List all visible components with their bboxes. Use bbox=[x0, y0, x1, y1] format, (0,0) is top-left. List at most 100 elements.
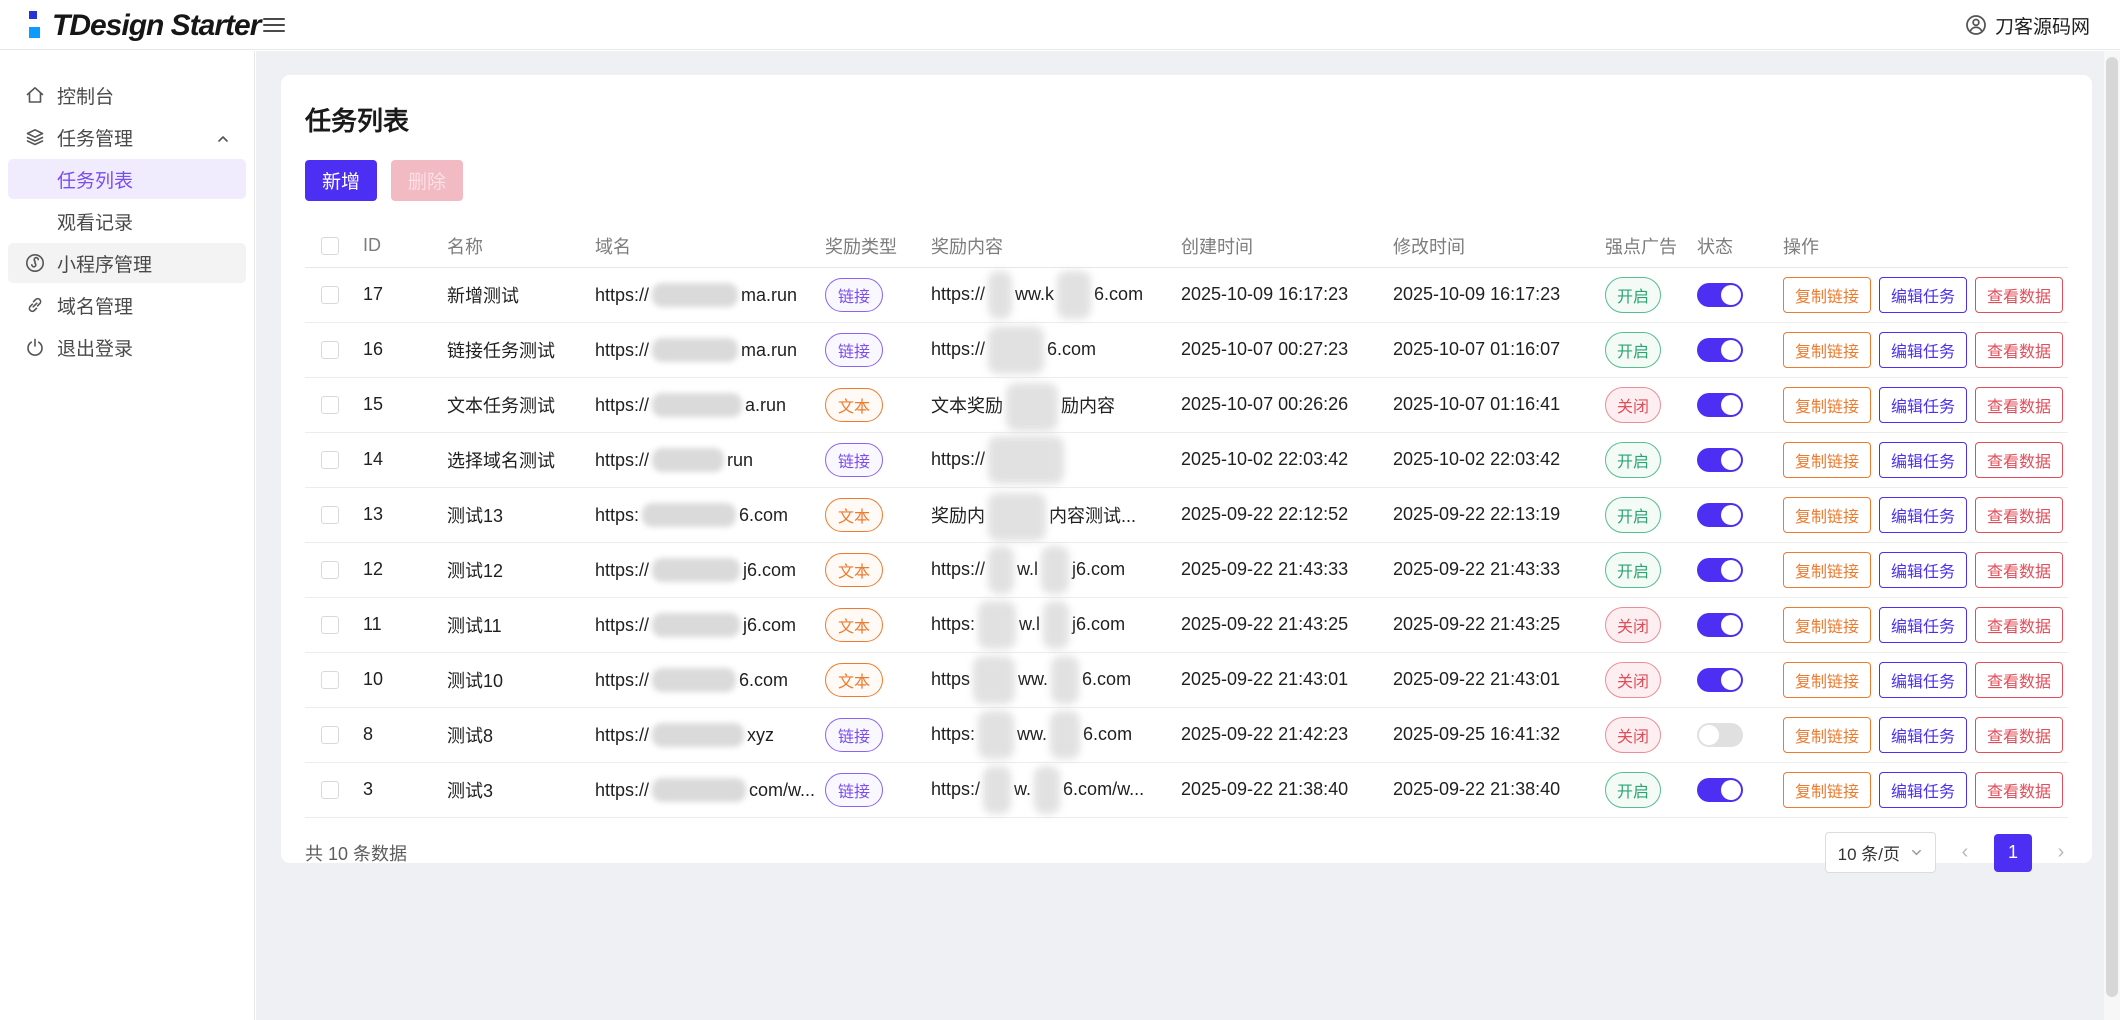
sidebar-item-dashboard[interactable]: 控制台 bbox=[8, 75, 246, 115]
status-toggle[interactable] bbox=[1697, 668, 1743, 692]
view-data-button[interactable]: 查看数据 bbox=[1975, 662, 2063, 698]
row-checkbox[interactable] bbox=[321, 451, 339, 469]
edit-task-button[interactable]: 编辑任务 bbox=[1879, 607, 1967, 643]
copy-link-button[interactable]: 复制链接 bbox=[1783, 772, 1871, 808]
row-checkbox[interactable] bbox=[321, 506, 339, 524]
table-row: 8测试8https://xyz链接https:ww.6.com2025-09-2… bbox=[305, 707, 2068, 762]
page-1-button[interactable]: 1 bbox=[1994, 834, 2032, 872]
redacted-blur bbox=[1041, 546, 1069, 594]
delete-button[interactable]: 删除 bbox=[391, 160, 463, 201]
scrollbar-thumb[interactable] bbox=[2106, 57, 2118, 997]
edit-task-button[interactable]: 编辑任务 bbox=[1879, 387, 1967, 423]
cell-domain: https://a.run bbox=[591, 377, 821, 432]
cell-status bbox=[1693, 652, 1779, 707]
copy-link-button[interactable]: 复制链接 bbox=[1783, 387, 1871, 423]
toggle-knob bbox=[1721, 450, 1741, 470]
add-button[interactable]: 新增 bbox=[305, 160, 377, 201]
status-toggle[interactable] bbox=[1697, 503, 1743, 527]
view-data-button[interactable]: 查看数据 bbox=[1975, 772, 2063, 808]
view-data-button[interactable]: 查看数据 bbox=[1975, 607, 2063, 643]
edit-task-button[interactable]: 编辑任务 bbox=[1879, 717, 1967, 753]
status-toggle[interactable] bbox=[1697, 393, 1743, 417]
status-toggle[interactable] bbox=[1697, 723, 1743, 747]
status-toggle[interactable] bbox=[1697, 338, 1743, 362]
cell-status bbox=[1693, 322, 1779, 377]
row-checkbox[interactable] bbox=[321, 286, 339, 304]
edit-task-button[interactable]: 编辑任务 bbox=[1879, 772, 1967, 808]
copy-link-button[interactable]: 复制链接 bbox=[1783, 662, 1871, 698]
prev-page-icon[interactable]: ‹ bbox=[1958, 841, 1972, 864]
cell-text: https:// bbox=[931, 339, 985, 359]
cell-id: 17 bbox=[359, 267, 443, 322]
status-toggle[interactable] bbox=[1697, 778, 1743, 802]
cell-status bbox=[1693, 432, 1779, 487]
cell-reward-type: 文本 bbox=[821, 487, 927, 542]
view-data-button[interactable]: 查看数据 bbox=[1975, 442, 2063, 478]
status-toggle[interactable] bbox=[1697, 613, 1743, 637]
cell-text: 内容测试... bbox=[1049, 506, 1136, 526]
view-data-button[interactable]: 查看数据 bbox=[1975, 717, 2063, 753]
table-row: 12测试12https://j6.com文本https://w.lj6.com2… bbox=[305, 542, 2068, 597]
view-data-button[interactable]: 查看数据 bbox=[1975, 332, 2063, 368]
edit-task-button[interactable]: 编辑任务 bbox=[1879, 552, 1967, 588]
cell-reward-type: 文本 bbox=[821, 652, 927, 707]
cell-reward-content: https:w.lj6.com bbox=[927, 597, 1177, 652]
view-data-button[interactable]: 查看数据 bbox=[1975, 277, 2063, 313]
sidebar-item-logout[interactable]: 退出登录 bbox=[8, 327, 246, 367]
copy-link-button[interactable]: 复制链接 bbox=[1783, 607, 1871, 643]
row-checkbox[interactable] bbox=[321, 561, 339, 579]
cell-reward-content: https://ww.k6.com bbox=[927, 267, 1177, 322]
toggle-knob bbox=[1721, 505, 1741, 525]
view-data-button[interactable]: 查看数据 bbox=[1975, 387, 2063, 423]
column-header-name: 名称 bbox=[443, 225, 591, 267]
user-menu[interactable]: 刀客源码网 bbox=[1965, 0, 2090, 50]
logo-text: TDesign Starter bbox=[52, 9, 260, 43]
copy-link-button[interactable]: 复制链接 bbox=[1783, 277, 1871, 313]
status-toggle[interactable] bbox=[1697, 283, 1743, 307]
edit-task-button[interactable]: 编辑任务 bbox=[1879, 332, 1967, 368]
cell-text: https:// bbox=[595, 395, 649, 415]
row-checkbox[interactable] bbox=[321, 781, 339, 799]
view-data-button[interactable]: 查看数据 bbox=[1975, 497, 2063, 533]
row-checkbox[interactable] bbox=[321, 726, 339, 744]
cell-checkbox bbox=[305, 762, 359, 817]
row-checkbox[interactable] bbox=[321, 671, 339, 689]
sidebar-item-task-list[interactable]: 任务列表 bbox=[8, 159, 246, 199]
edit-task-button[interactable]: 编辑任务 bbox=[1879, 442, 1967, 478]
status-toggle[interactable] bbox=[1697, 448, 1743, 472]
sidebar-item-miniprogram[interactable]: 小程序管理 bbox=[8, 243, 246, 283]
copy-link-button[interactable]: 复制链接 bbox=[1783, 442, 1871, 478]
edit-task-button[interactable]: 编辑任务 bbox=[1879, 662, 1967, 698]
page-size-select[interactable]: 10 条/页 bbox=[1825, 832, 1936, 873]
copy-link-button[interactable]: 复制链接 bbox=[1783, 332, 1871, 368]
copy-link-button[interactable]: 复制链接 bbox=[1783, 552, 1871, 588]
menu-collapse-icon[interactable] bbox=[263, 14, 285, 36]
chevron-down-icon bbox=[1910, 846, 1923, 859]
sidebar-item-task-management[interactable]: 任务管理 bbox=[8, 117, 246, 157]
sidebar-item-watch-records[interactable]: 观看记录 bbox=[8, 201, 246, 241]
row-checkbox[interactable] bbox=[321, 616, 339, 634]
view-data-button[interactable]: 查看数据 bbox=[1975, 552, 2063, 588]
redacted-blur bbox=[652, 338, 738, 362]
cell-name: 测试12 bbox=[443, 542, 591, 597]
cell-checkbox bbox=[305, 542, 359, 597]
column-header-id: ID bbox=[359, 225, 443, 267]
copy-link-button[interactable]: 复制链接 bbox=[1783, 717, 1871, 753]
cell-text: ww.k bbox=[1015, 284, 1054, 304]
cell-text: w.l bbox=[1019, 614, 1040, 634]
status-toggle[interactable] bbox=[1697, 558, 1743, 582]
copy-link-button[interactable]: 复制链接 bbox=[1783, 497, 1871, 533]
row-checkbox[interactable] bbox=[321, 341, 339, 359]
sidebar-item-domain-management[interactable]: 域名管理 bbox=[8, 285, 246, 325]
redacted-blur bbox=[973, 656, 1015, 704]
cell-domain: https://xyz bbox=[591, 707, 821, 762]
column-header-reward-content: 奖励内容 bbox=[927, 225, 1177, 267]
select-all-checkbox[interactable] bbox=[321, 237, 339, 255]
ad-status-pill: 关闭 bbox=[1605, 607, 1661, 643]
edit-task-button[interactable]: 编辑任务 bbox=[1879, 277, 1967, 313]
ad-status-pill: 关闭 bbox=[1605, 387, 1661, 423]
next-page-icon[interactable]: › bbox=[2054, 841, 2068, 864]
cell-modified-time: 2025-10-02 22:03:42 bbox=[1389, 432, 1601, 487]
edit-task-button[interactable]: 编辑任务 bbox=[1879, 497, 1967, 533]
row-checkbox[interactable] bbox=[321, 396, 339, 414]
